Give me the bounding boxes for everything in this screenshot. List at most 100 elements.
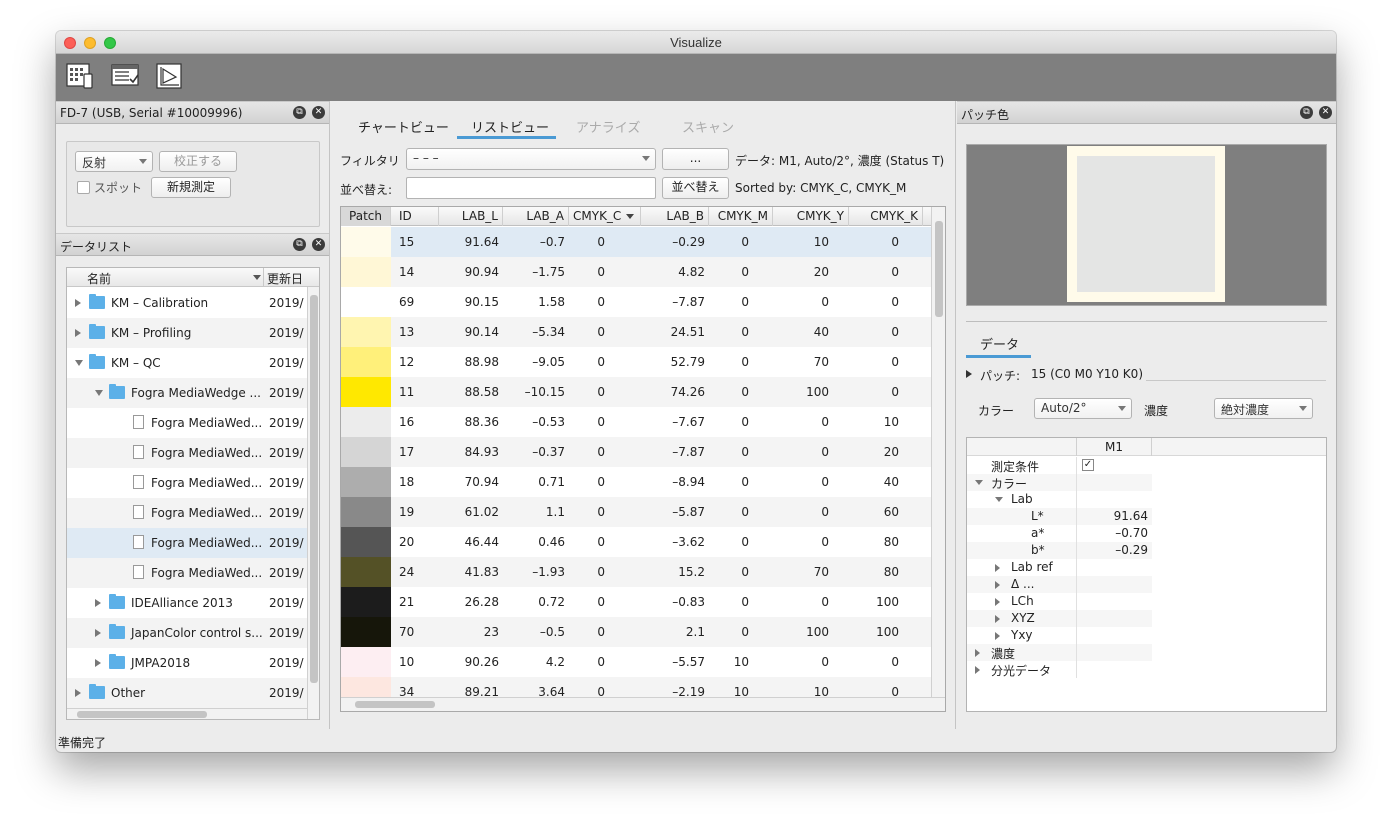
table-row[interactable]: 17 84.93 –0.37 0 –7.87 0 0 20: [341, 437, 931, 467]
spot-checkbox[interactable]: [77, 181, 90, 194]
table-row[interactable]: 18 70.94 0.71 0 –8.94 0 0 40: [341, 467, 931, 497]
table-row[interactable]: 24 41.83 –1.93 0 15.2 0 70 80: [341, 557, 931, 587]
close-panel-icon[interactable]: ✕: [1319, 106, 1332, 119]
expand-patch-icon[interactable]: [966, 370, 972, 378]
list-view-icon[interactable]: [109, 60, 141, 92]
tree-row[interactable]: JapanColor control s... 2019/: [67, 618, 307, 648]
disclosure-closed-icon[interactable]: [95, 659, 101, 667]
disclosure-closed-icon[interactable]: [95, 629, 101, 637]
disclosure-closed-icon[interactable]: [995, 598, 1000, 606]
table-row[interactable]: 10 90.26 4.2 0 –5.57 10 0 0: [341, 647, 931, 677]
disclosure-closed-icon[interactable]: [75, 689, 81, 697]
analyze-view-icon[interactable]: [154, 60, 186, 92]
property-row[interactable]: L* 91.64: [967, 508, 1152, 525]
tree-row[interactable]: Fogra MediaWedge ... 2019/: [67, 378, 307, 408]
table-horizontal-scrollbar[interactable]: [341, 697, 945, 711]
property-row[interactable]: a* –0.70: [967, 525, 1152, 542]
property-row[interactable]: Lab ref: [967, 559, 1152, 576]
left-splitter[interactable]: [329, 101, 330, 729]
table-vertical-scrollbar[interactable]: [931, 207, 945, 699]
disclosure-open-icon[interactable]: [95, 390, 103, 396]
tree-row[interactable]: JMPA2018 2019/: [67, 648, 307, 678]
tree-vertical-scrollbar[interactable]: [307, 287, 319, 719]
right-splitter[interactable]: [955, 101, 956, 729]
tree-row[interactable]: Fogra MediaWed... 2019/: [67, 438, 307, 468]
col-lab-a-header[interactable]: LAB_A: [503, 207, 569, 226]
col-cmyk-m-header[interactable]: CMYK_M: [709, 207, 773, 226]
check-icon[interactable]: ✓: [1082, 459, 1094, 471]
table-row[interactable]: 13 90.14 –5.34 0 24.51 0 40 0: [341, 317, 931, 347]
table-row[interactable]: 70 23 –0.5 0 2.1 0 100 100: [341, 617, 931, 647]
calibrate-button[interactable]: 校正する: [159, 151, 237, 172]
table-row[interactable]: 12 88.98 –9.05 0 52.79 0 70 0: [341, 347, 931, 377]
color-select[interactable]: Auto/2°: [1034, 398, 1132, 419]
property-row[interactable]: XYZ: [967, 610, 1152, 627]
table-row[interactable]: 15 91.64 –0.7 0 –0.29 0 10 0: [341, 227, 931, 257]
property-row[interactable]: Lab: [967, 491, 1152, 508]
tree-row[interactable]: Other 2019/: [67, 678, 307, 708]
disclosure-open-icon[interactable]: [995, 497, 1003, 502]
property-row[interactable]: Δ ...: [967, 576, 1152, 593]
col-cmyk-k-header[interactable]: CMYK_K: [849, 207, 923, 226]
filter-select[interactable]: – – –: [406, 148, 656, 170]
table-row[interactable]: 16 88.36 –0.53 0 –7.67 0 0 10: [341, 407, 931, 437]
col-id-header[interactable]: ID: [391, 207, 439, 226]
disclosure-closed-icon[interactable]: [975, 649, 980, 657]
table-hscroll-thumb[interactable]: [355, 701, 435, 708]
disclosure-open-icon[interactable]: [75, 360, 83, 366]
tree-row[interactable]: Fogra MediaWed... 2019/: [67, 528, 307, 558]
tree-row[interactable]: KM – Profiling 2019/: [67, 318, 307, 348]
tree-row[interactable]: Fogra MediaWed... 2019/: [67, 498, 307, 528]
col-lab-l-header[interactable]: LAB_L: [439, 207, 503, 226]
disclosure-closed-icon[interactable]: [995, 581, 1000, 589]
col-name-header[interactable]: 名前: [87, 270, 111, 287]
float-panel-icon[interactable]: ⧉: [293, 238, 306, 251]
close-panel-icon[interactable]: ✕: [312, 238, 325, 251]
disclosure-open-icon[interactable]: [975, 480, 983, 485]
property-row[interactable]: 分光データ: [967, 661, 1152, 678]
tab-data[interactable]: データ: [980, 334, 1019, 353]
disclosure-closed-icon[interactable]: [995, 615, 1000, 623]
property-row[interactable]: Yxy: [967, 627, 1152, 644]
disclosure-closed-icon[interactable]: [995, 632, 1000, 640]
tree-hscroll-thumb[interactable]: [77, 711, 207, 718]
density-select[interactable]: 絶対濃度: [1214, 398, 1313, 419]
float-panel-icon[interactable]: ⧉: [1300, 106, 1313, 119]
table-row[interactable]: 19 61.02 1.1 0 –5.87 0 0 60: [341, 497, 931, 527]
tree-row[interactable]: KM – QC 2019/: [67, 348, 307, 378]
table-row[interactable]: 11 88.58 –10.15 0 74.26 0 100 0: [341, 377, 931, 407]
tree-row[interactable]: Fogra MediaWed... 2019/: [67, 558, 307, 588]
table-row[interactable]: 14 90.94 –1.75 0 4.82 0 20 0: [341, 257, 931, 287]
tab-chart-view[interactable]: チャートビュー: [358, 117, 449, 136]
tab-list-view[interactable]: リストビュー: [471, 117, 549, 136]
property-row[interactable]: カラー: [967, 474, 1152, 491]
filter-more-button[interactable]: ...: [662, 148, 729, 170]
tree-row[interactable]: IDEAlliance 2013 2019/: [67, 588, 307, 618]
tree-row[interactable]: KM – Calibration 2019/: [67, 288, 307, 318]
table-row[interactable]: 20 46.44 0.46 0 –3.62 0 0 80: [341, 527, 931, 557]
col-lab-b-header[interactable]: LAB_B: [641, 207, 709, 226]
chart-view-icon[interactable]: [64, 60, 96, 92]
tree-scroll-thumb[interactable]: [310, 295, 318, 683]
sort-input[interactable]: [406, 177, 656, 199]
table-row[interactable]: 21 26.28 0.72 0 –0.83 0 0 100: [341, 587, 931, 617]
disclosure-closed-icon[interactable]: [95, 599, 101, 607]
property-row[interactable]: 濃度: [967, 644, 1152, 661]
tree-horizontal-scrollbar[interactable]: [67, 708, 307, 719]
close-panel-icon[interactable]: ✕: [312, 106, 325, 119]
disclosure-closed-icon[interactable]: [995, 564, 1000, 572]
col-cmyk-y-header[interactable]: CMYK_Y: [773, 207, 849, 226]
table-row[interactable]: 69 90.15 1.58 0 –7.87 0 0 0: [341, 287, 931, 317]
col-cmyk-c-header[interactable]: CMYK_C: [569, 207, 641, 226]
property-row[interactable]: 測定条件 ✓: [967, 457, 1152, 474]
tree-row[interactable]: Fogra MediaWed... 2019/: [67, 468, 307, 498]
tree-row[interactable]: Fogra MediaWed... 2019/: [67, 408, 307, 438]
disclosure-closed-icon[interactable]: [75, 329, 81, 337]
tab-analyze[interactable]: アナライズ: [576, 117, 640, 136]
new-measure-button[interactable]: 新規測定: [151, 177, 231, 198]
disclosure-closed-icon[interactable]: [975, 666, 980, 674]
property-row[interactable]: LCh: [967, 593, 1152, 610]
col-patch-header[interactable]: Patch: [341, 207, 391, 226]
col-date-header[interactable]: 更新日: [267, 270, 303, 287]
property-row[interactable]: b* –0.29: [967, 542, 1152, 559]
